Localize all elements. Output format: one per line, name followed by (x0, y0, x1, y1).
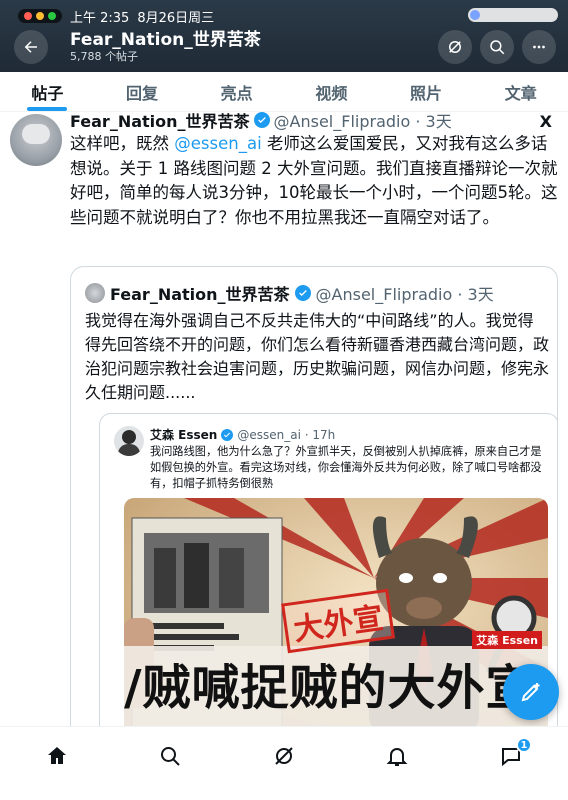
window-controls[interactable] (18, 9, 62, 23)
back-button[interactable] (14, 30, 48, 64)
post-author-avatar[interactable] (10, 114, 62, 166)
nav-search[interactable] (155, 741, 185, 771)
status-time: 上午 2:35 (70, 10, 130, 26)
more-icon (533, 45, 545, 49)
nav-messages[interactable]: 1 (496, 737, 532, 771)
top-app-bar: 上午 2:35 8月26日周三 Fear_Nation_世界苦茶 5,788 个… (0, 0, 568, 72)
quoted-post-header: Fear_Nation_世界苦茶 @Ansel_Flipradio · 3天 (85, 281, 494, 305)
post-image[interactable]: 大外宣 艾森 Essen /贼喊捉贼的大外宣 (124, 498, 548, 739)
messages-unread-badge: 1 (516, 737, 532, 753)
compose-post-button[interactable] (503, 664, 559, 720)
grok-icon (449, 41, 461, 53)
grok-button[interactable] (438, 30, 472, 64)
notifications-icon (386, 748, 408, 766)
tab-photos[interactable]: 照片 (379, 72, 474, 111)
image-watermark-tag: 艾森 Essen (472, 631, 542, 649)
post-text: 这样吧，既然 @essen_ai 老师这么爱国爱民，又对我有这么多话想说。关于 … (70, 132, 558, 230)
minimize-dot-icon[interactable] (36, 12, 44, 20)
profile-title-block: Fear_Nation_世界苦茶 5,788 个帖子 (70, 30, 261, 64)
search-icon (490, 40, 505, 55)
search-icon (161, 747, 180, 766)
post-header: Fear_Nation_世界苦茶 @Ansel_Flipradio · 3天 (70, 108, 540, 132)
nested-post-header: 艾森 Essen @essen_ai · 17h (150, 426, 335, 443)
status-date: 8月26日周三 (137, 10, 215, 26)
verified-badge-icon (221, 428, 234, 441)
nested-post-text: 我问路线图，他为什么急了？外宣抓半天，反倒被别人扒掉底裤，原来自己才是如假包换的… (150, 445, 542, 490)
x-logo-icon: X (539, 112, 552, 131)
quoted-author-avatar (85, 283, 105, 303)
verified-badge-icon (253, 112, 270, 128)
post-count: 5,788 个帖子 (70, 50, 138, 63)
post-author-handle[interactable]: @Ansel_Flipradio · 3天 (274, 108, 452, 132)
nav-notifications[interactable] (382, 741, 412, 771)
more-button[interactable] (522, 30, 556, 64)
tab-replies[interactable]: 回复 (95, 72, 190, 111)
bottom-navigation: 1 (0, 726, 568, 800)
close-dot-icon[interactable] (24, 12, 32, 20)
nested-author-avatar (114, 426, 144, 456)
tab-videos[interactable]: 视频 (284, 72, 379, 111)
home-icon (48, 747, 66, 764)
grok-icon (275, 747, 293, 765)
post-author-name[interactable]: Fear_Nation_世界苦茶 (70, 108, 250, 132)
quoted-author-handle: @Ansel_Flipradio · 3天 (315, 285, 494, 304)
maximize-dot-icon[interactable] (48, 12, 56, 20)
quoted-post-text: 我觉得在海外强调自己不反共走伟大的“中间路线”的人。我觉得得先回答绕不开的问题，… (85, 311, 550, 402)
window-pill-indicator (468, 8, 558, 22)
header-actions (438, 30, 556, 64)
nav-home[interactable] (42, 741, 72, 771)
image-headline: /贼喊捉贼的大外宣 (124, 660, 535, 716)
profile-tabs: 帖子 回复 亮点 视频 照片 文章 (0, 72, 568, 112)
quoted-author-name: Fear_Nation_世界苦茶 (110, 285, 290, 304)
post-text-start: 这样吧，既然 (70, 134, 175, 153)
verified-badge-icon (294, 285, 311, 301)
compose-feather-icon (521, 683, 540, 702)
tab-articles[interactable]: 文章 (473, 72, 568, 111)
nested-quoted-post[interactable]: 艾森 Essen @essen_ai · 17h 我问路线图，他为什么急了？外宣… (99, 413, 557, 739)
search-button[interactable] (480, 30, 514, 64)
nav-grok[interactable] (269, 741, 299, 771)
nested-author-name: 艾森 Essen (150, 428, 218, 442)
tab-posts[interactable]: 帖子 (0, 72, 95, 111)
nested-author-handle: @essen_ai · 17h (237, 427, 336, 442)
tab-highlights[interactable]: 亮点 (189, 72, 284, 111)
arrow-left-icon (24, 41, 37, 53)
post-mention-link[interactable]: @essen_ai (174, 134, 261, 153)
status-bar: 上午 2:35 8月26日周三 (18, 6, 214, 26)
profile-title: Fear_Nation_世界苦茶 (70, 30, 261, 50)
quoted-post[interactable]: Fear_Nation_世界苦茶 @Ansel_Flipradio · 3天 我… (70, 266, 558, 740)
